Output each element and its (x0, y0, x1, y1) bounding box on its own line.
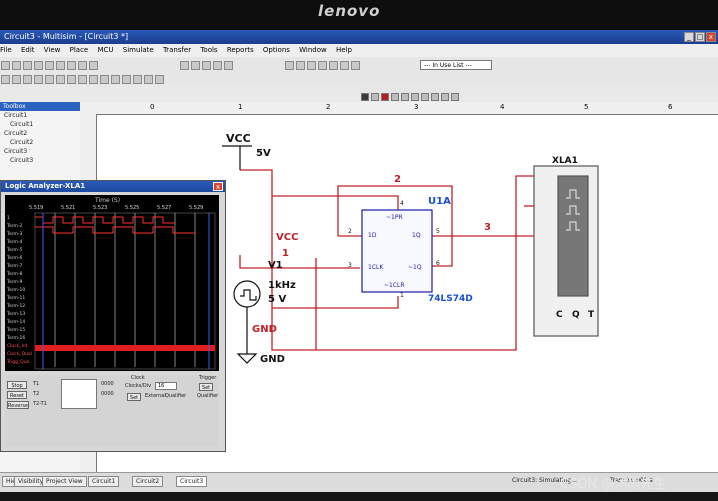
source-voltage: 5 V (268, 294, 287, 305)
source-name: V1 (268, 260, 283, 271)
t2-time-readout: 0000 (101, 391, 114, 397)
t2-t1-label: T2-T1 (33, 401, 47, 407)
vcc2-label: VCC (276, 232, 299, 243)
gnd-label: GND (260, 354, 285, 365)
tab-project-view[interactable]: Project View (42, 476, 87, 487)
waveform-plot (34, 212, 216, 370)
tab-circuit1[interactable]: Circuit1 (88, 476, 120, 487)
trigger-set-button[interactable]: Set (199, 383, 213, 391)
qualifier-label: Qualifier (165, 393, 187, 399)
logic-analyzer-window: Logic Analyzer-XLA1 x Time (S) 5.519 5.5… (0, 180, 226, 452)
stop-button[interactable]: Stop (7, 381, 27, 389)
monitor-bezel: lenovo (0, 0, 718, 30)
clocks-per-div-input[interactable]: 16 (155, 382, 177, 390)
clock-source-symbol[interactable] (233, 280, 261, 308)
pin-qn: ~1Q (408, 264, 422, 271)
analyzer-terminal: C (556, 310, 563, 320)
t1-time-readout: 0000 (101, 381, 114, 387)
reverse-button[interactable]: Reverse (7, 401, 29, 409)
pin-clr: ~1CLR (384, 282, 405, 289)
net-label-1: 1 (282, 248, 289, 259)
clock-group-title: Clock (131, 375, 145, 381)
logic-analyzer-close-button[interactable]: x (213, 182, 223, 191)
pin-number: 3 (348, 262, 352, 269)
pin-number: 1 (400, 292, 404, 299)
tab-circuit2[interactable]: Circuit2 (132, 476, 164, 487)
gnd-net-label: GND (252, 324, 277, 335)
pin-clk: 1CLK (368, 264, 384, 271)
pin-number: 6 (436, 260, 440, 267)
external-label: External (145, 393, 166, 399)
t1-label: T1 (33, 381, 40, 387)
pin-pr: ~1PR (386, 214, 403, 221)
screen: Circuit3 - Multisim - [Circuit3 *] _ □ x… (0, 30, 718, 492)
source-frequency: 1kHz (268, 280, 296, 291)
square-wave-icon (240, 289, 257, 301)
trigger-qualifier-label: Qualifier (197, 393, 219, 399)
logic-analyzer-screen (557, 175, 589, 297)
clock-int-trace (35, 345, 215, 351)
logic-analyzer-display: Time (S) 5.519 5.521 5.523 5.525 5.527 5… (5, 195, 219, 371)
tab-circuit3[interactable]: Circuit3 (176, 476, 208, 487)
net-label-3: 3 (484, 222, 491, 233)
reset-button[interactable]: Reset (7, 391, 27, 399)
analyzer-terminal: T (588, 310, 595, 320)
analyzer-name: XLA1 (552, 156, 578, 166)
ground-icon (236, 353, 258, 364)
vcc-value: 5V (256, 148, 271, 159)
ic-name: U1A (428, 196, 451, 207)
t2-label: T2 (33, 391, 40, 397)
csdn-watermark: CSDN @沐雨先生 (560, 477, 667, 492)
net-label-2: 2 (394, 174, 401, 185)
pin-number: 4 (400, 200, 404, 207)
wire-clock (239, 255, 360, 269)
pin-number: 5 (436, 228, 440, 235)
clocks-per-div-label: Clocks/Div (125, 383, 152, 389)
pin-q: 1Q (412, 232, 421, 239)
clock-set-button[interactable]: Set (127, 393, 141, 401)
time-readout (61, 379, 97, 409)
monitor-brand-logo: lenovo (318, 2, 381, 20)
trigger-group-title: Trigger (199, 375, 217, 381)
logic-analyzer-controls: Stop Reset Reverse T1 T2 T2-T1 0000 0000… (5, 375, 219, 447)
pin-d: 1D (368, 232, 377, 239)
analyzer-terminal: Q (572, 310, 580, 320)
vcc-label: VCC (226, 132, 251, 145)
ic-part-number: 74LS74D (428, 294, 473, 304)
logic-analyzer-title: Logic Analyzer-XLA1 (1, 181, 225, 192)
pin-number: 2 (348, 228, 352, 235)
flip-flop-ic[interactable] (361, 209, 433, 293)
wire-clr (272, 296, 399, 309)
wire-pr (272, 195, 399, 210)
